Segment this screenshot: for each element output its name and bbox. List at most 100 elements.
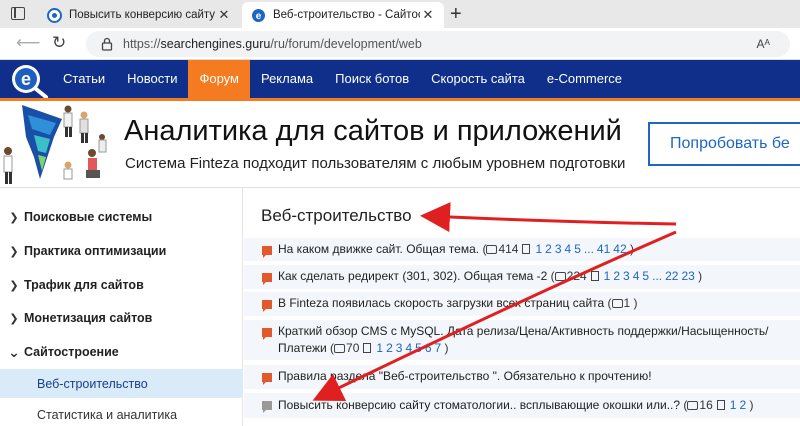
page-link[interactable]: 4 [565, 242, 572, 256]
menu-item-news[interactable]: Новости [116, 60, 188, 98]
topic-row[interactable]: В Finteza появилась скорость загрузки вс… [244, 292, 800, 316]
topic-icon [262, 401, 272, 413]
page-link[interactable]: 41 [597, 242, 610, 256]
topic-meta: (1 ) [607, 296, 638, 310]
search-engine-favicon-icon [46, 7, 62, 23]
page-link[interactable]: 5 [642, 269, 649, 283]
page-link[interactable]: 1 [535, 242, 542, 256]
menu-item-forum[interactable]: Форум [188, 60, 250, 98]
sidebar-item-label: Сайтостроение [24, 345, 119, 359]
topic-title[interactable]: Повысить конверсию сайту стоматологии.. … [278, 398, 680, 412]
sidebar-item-site-building[interactable]: ⌄ Сайтостроение [0, 337, 243, 367]
site-favicon-icon: e [250, 7, 266, 23]
close-icon[interactable]: ✕ [420, 7, 436, 23]
comment-icon [554, 272, 566, 281]
lock-icon[interactable] [100, 37, 114, 51]
topic-icon [262, 373, 272, 385]
page-link[interactable]: 2 [739, 398, 746, 412]
topic-icon [262, 328, 272, 340]
reply-count: 1 [623, 296, 631, 310]
tab-inactive[interactable]: Повысить конверсию сайту стом ✕ [38, 2, 240, 28]
tab-bar: Повысить конверсию сайту стом ✕ e Веб-ст… [0, 0, 800, 28]
page-link[interactable]: 1 [730, 398, 737, 412]
page-link[interactable]: 2 [386, 341, 393, 355]
sidebar-item-monetization[interactable]: ❯ Монетизация сайтов [0, 303, 243, 333]
page-link[interactable]: 4 [633, 269, 640, 283]
topic-icon [262, 246, 272, 258]
menu-item-articles[interactable]: Статьи [52, 60, 116, 98]
page-link[interactable]: 2 [613, 269, 620, 283]
menu-item-bot-search[interactable]: Поиск ботов [324, 60, 420, 98]
page-link[interactable]: 7 [435, 341, 442, 355]
page-link[interactable]: 1 [376, 341, 383, 355]
sidebar-item-search-engines[interactable]: ❯ Поисковые системы [0, 202, 243, 232]
new-tab-button[interactable]: + [450, 3, 462, 25]
page-link[interactable]: 3 [623, 269, 630, 283]
comment-icon [486, 245, 498, 254]
reply-count: 414 [498, 242, 519, 256]
topic-line: Платежи (70 1 2 3 4 5 6 7 ) [278, 340, 449, 357]
forum-sidebar: ❯ Поисковые системы ❯ Практика оптимизац… [0, 188, 243, 426]
sidebar-item-optimization[interactable]: ❯ Практика оптимизации [0, 236, 243, 266]
menu-item-site-speed[interactable]: Скорость сайта [420, 60, 536, 98]
page-link[interactable]: 2 [545, 242, 552, 256]
topic-row[interactable]: Краткий обзор CMS с MySQL. Дата релиза/Ц… [244, 320, 800, 360]
sidebar-subitem-statistics[interactable]: Статистика и аналитика [0, 400, 243, 426]
page-link[interactable]: 5 [574, 242, 581, 256]
svg-text:e: e [21, 69, 31, 89]
topic-icon [262, 273, 272, 285]
url-scheme: https:// [123, 37, 161, 51]
tab-active[interactable]: e Веб-строительство - Сайтострое ✕ [242, 2, 444, 28]
chevron-down-icon: ⌄ [8, 344, 20, 360]
topic-title[interactable]: Краткий обзор CMS с MySQL. Дата релиза/Ц… [278, 324, 768, 338]
menu-item-ads[interactable]: Реклама [250, 60, 324, 98]
sidebar-item-label: Трафик для сайтов [24, 278, 144, 292]
sidebar-subitem-web-building[interactable]: Веб-строительство [0, 369, 243, 398]
page-link[interactable]: 42 [613, 242, 626, 256]
topic-meta: (414 1 2 3 4 5... 41 42 ) [482, 242, 634, 256]
page-link[interactable]: 6 [425, 341, 432, 355]
banner-title: Аналитика для сайтов и приложений [124, 115, 622, 147]
back-arrow-icon[interactable]: ⟵ [16, 33, 40, 53]
topic-title-continued[interactable]: Платежи [278, 341, 327, 355]
reply-count: 70 [346, 341, 360, 355]
page-link[interactable]: 3 [396, 341, 403, 355]
topic-title[interactable]: Правила раздела "Веб-строительство ". Об… [278, 369, 652, 383]
section-title: Веб-строительство [261, 206, 412, 225]
topic-line: На каком движке сайт. Общая тема. (414 1 2… [278, 241, 634, 258]
menu-item-ecommerce[interactable]: e-Commerce [536, 60, 633, 98]
close-icon[interactable]: ✕ [216, 7, 232, 23]
pages-icon [716, 400, 725, 410]
page-link[interactable]: 4 [405, 341, 412, 355]
pages-icon [522, 244, 531, 254]
window-menu-icon[interactable] [11, 7, 25, 20]
page-link[interactable]: 5 [415, 341, 422, 355]
comment-icon [687, 401, 699, 410]
sidebar-item-traffic[interactable]: ❯ Трафик для сайтов [0, 270, 243, 300]
read-aloud-icon[interactable]: Aᴬ [757, 37, 770, 51]
topic-title[interactable]: На каком движке сайт. Общая тема. [278, 242, 479, 256]
pages-icon [363, 343, 372, 353]
chevron-right-icon: ❯ [9, 245, 19, 258]
page-link[interactable]: 3 [555, 242, 562, 256]
sidebar-item-label: Практика оптимизации [24, 244, 167, 258]
topic-row[interactable]: Повысить конверсию сайту стоматологии.. … [244, 393, 800, 418]
refresh-icon[interactable]: ↻ [52, 33, 66, 53]
svg-text:e: e [255, 11, 261, 22]
topic-title[interactable]: Как сделать редирект (301, 302). Общая т… [278, 269, 547, 283]
topic-row[interactable]: Как сделать редирект (301, 302). Общая т… [244, 265, 800, 289]
banner-illustration [3, 105, 107, 184]
url-field[interactable]: https://searchengines.guru/ru/forum/deve… [86, 31, 790, 57]
site-logo-icon[interactable]: e [6, 62, 50, 98]
chevron-right-icon: ❯ [9, 312, 19, 325]
ad-banner[interactable]: Аналитика для сайтов и приложений Систем… [0, 101, 800, 187]
page-link[interactable]: 23 [681, 269, 694, 283]
try-button[interactable]: Попробовать бе [648, 122, 800, 166]
topic-row[interactable]: Правила раздела "Веб-строительство ". Об… [244, 365, 800, 389]
topic-line: В Finteza появилась скорость загрузки вс… [278, 295, 638, 312]
site-navbar: e Статьи Новости Форум Реклама Поиск бот… [0, 60, 800, 98]
topic-row[interactable]: На каком движке сайт. Общая тема. (414 1 2… [244, 238, 800, 261]
topic-title[interactable]: В Finteza появилась скорость загрузки вс… [278, 296, 604, 310]
page-link[interactable]: 22 [665, 269, 678, 283]
page-link[interactable]: 1 [604, 269, 611, 283]
